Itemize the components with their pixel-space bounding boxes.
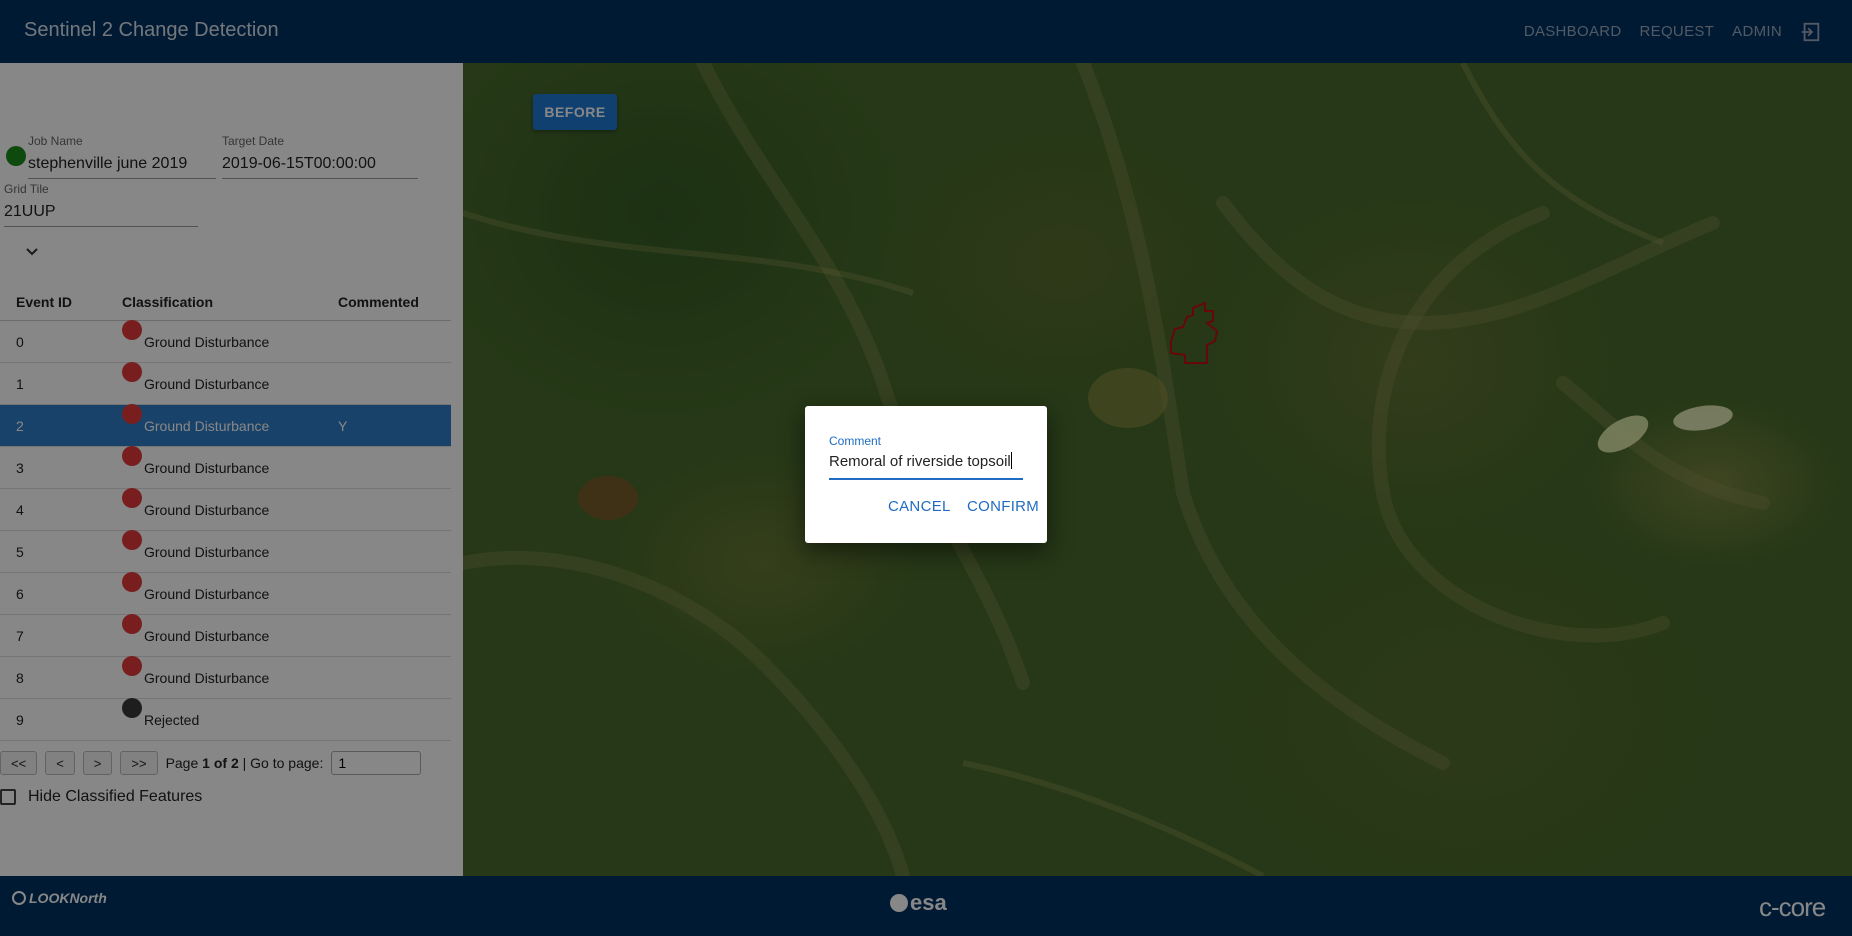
comment-value: Remoral of riverside topsoil (829, 453, 1011, 470)
comment-label: Comment (829, 434, 882, 448)
comment-dialog: Comment Remoral of riverside topsoil CAN… (805, 406, 1047, 543)
comment-input[interactable]: Remoral of riverside topsoil (829, 452, 1023, 480)
confirm-button[interactable]: CONFIRM (961, 488, 1045, 524)
cancel-button[interactable]: CANCEL (882, 488, 957, 524)
text-caret (1010, 452, 1012, 469)
